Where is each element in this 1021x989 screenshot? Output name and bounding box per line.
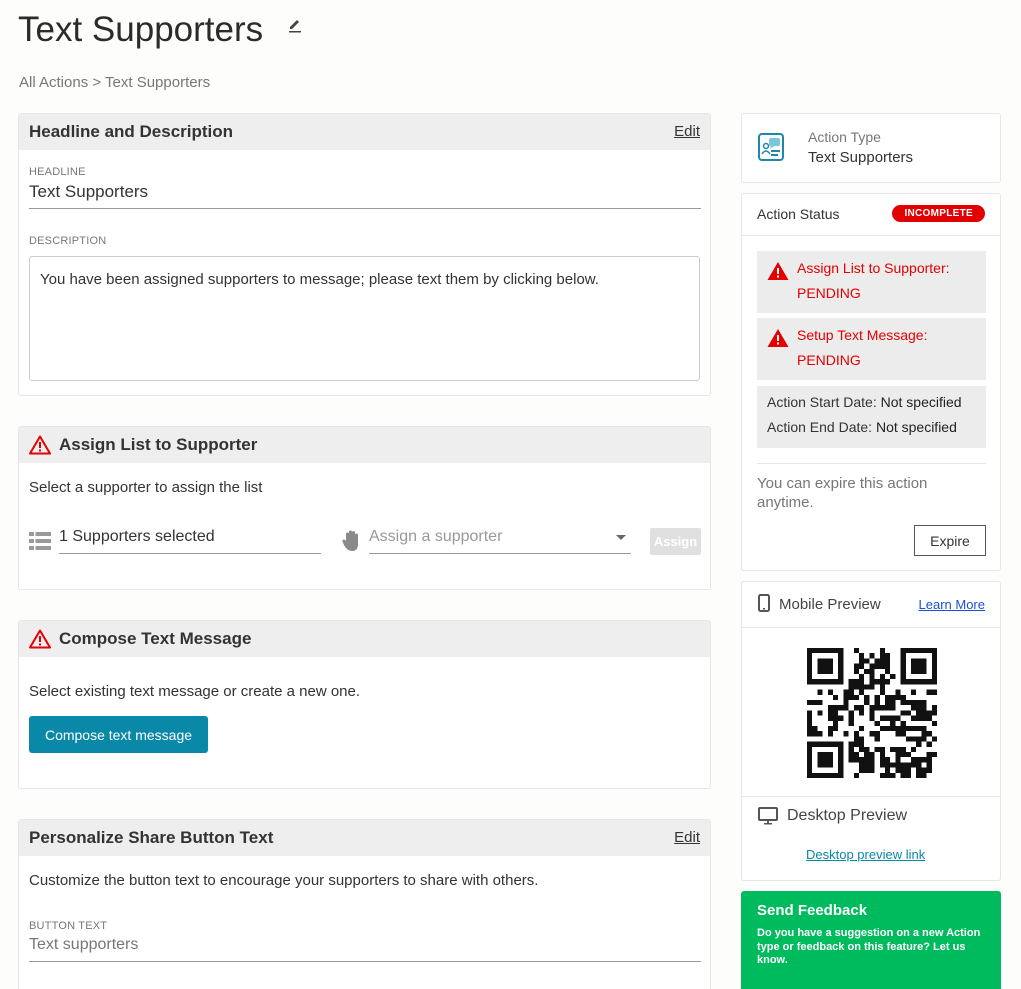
warning-filled-icon — [767, 262, 789, 280]
mobile-preview-label: Mobile Preview — [779, 596, 881, 613]
feedback-text: Do you have a suggestion on a new Action… — [757, 927, 981, 966]
divider — [742, 796, 1000, 797]
text-message-icon — [758, 133, 784, 161]
pencil-icon[interactable] — [288, 15, 302, 33]
pending-item-setup-text[interactable]: Setup Text Message: PENDING — [757, 318, 986, 380]
mobile-preview-header: Mobile Preview Learn More — [742, 582, 1000, 628]
compose-instruction: Select existing text message or create a… — [29, 683, 361, 700]
card-title: Compose Text Message — [59, 629, 252, 648]
learn-more-link[interactable]: Learn More — [919, 597, 985, 612]
pending-item-state: PENDING — [797, 285, 861, 301]
card-title: Assign List to Supporter — [59, 435, 258, 454]
card-header: Personalize Share Button Text Edit — [19, 820, 710, 856]
action-type-value: Text Supporters — [808, 149, 914, 166]
action-type-card: Action Type Text Supporters — [741, 113, 1001, 183]
warning-icon — [29, 435, 51, 455]
end-date-row: Action End Date: Not specified — [767, 415, 976, 440]
card-header: Assign List to Supporter — [19, 427, 710, 463]
send-feedback-panel[interactable]: Send Feedback Do you have a suggestion o… — [741, 891, 1001, 989]
button-text-field[interactable]: Text supporters — [29, 932, 701, 962]
share-instruction: Customize the button text to encourage y… — [29, 872, 539, 889]
start-date-row: Action Start Date: Not specified — [767, 390, 976, 415]
expire-note: You can expire this action anytime. — [757, 475, 928, 511]
edit-share-link[interactable]: Edit — [674, 829, 700, 846]
feedback-title: Send Feedback — [757, 902, 868, 919]
description-textarea[interactable]: You have been assigned supporters to mes… — [29, 256, 700, 381]
action-status-label: Action Status — [757, 206, 840, 222]
card-header: Headline and Description Edit — [19, 114, 710, 150]
desktop-monitor-icon — [758, 807, 778, 825]
share-button-text-card: Personalize Share Button Text Edit Custo… — [18, 819, 711, 989]
pending-text: Setup Text Message: PENDING — [797, 323, 927, 372]
pending-item-title: Setup Text Message: — [797, 327, 928, 343]
action-dates: Action Start Date: Not specified Action … — [757, 386, 986, 448]
card-title: Personalize Share Button Text — [29, 828, 274, 847]
pending-item-assign-list[interactable]: Assign List to Supporter: PENDING — [757, 251, 986, 313]
description-label: DESCRIPTION — [29, 235, 107, 247]
assign-list-card: Assign List to Supporter Select a suppor… — [18, 426, 711, 590]
headline-field[interactable]: Text Supporters — [29, 178, 701, 209]
hand-icon — [342, 530, 358, 551]
pending-item-state: PENDING — [797, 352, 861, 368]
compose-text-card: Compose Text Message Select existing tex… — [18, 620, 711, 789]
qr-code[interactable] — [807, 648, 937, 778]
desktop-preview-label: Desktop Preview — [787, 807, 908, 824]
button-text-label: BUTTON TEXT — [29, 920, 108, 932]
assign-instruction: Select a supporter to assign the list — [29, 479, 263, 496]
action-status-header: Action Status INCOMPLETE — [742, 194, 1000, 236]
compose-text-message-button[interactable]: Compose text message — [29, 716, 208, 753]
supporters-selected-value: 1 Supporters selected — [59, 528, 215, 545]
start-date-value: Not specified — [880, 394, 962, 410]
headline-description-card: Headline and Description Edit HEADLINE T… — [18, 113, 711, 396]
status-badge: INCOMPLETE — [892, 205, 985, 222]
start-date-label: Action Start Date: — [767, 394, 877, 410]
assign-supporter-select[interactable]: Assign a supporter — [369, 527, 631, 554]
description-text: You have been assigned supporters to mes… — [40, 271, 599, 288]
action-status-card: Action Status INCOMPLETE Assign List to … — [741, 193, 1001, 571]
card-title: Headline and Description — [29, 122, 234, 141]
preview-card: Mobile Preview Learn More Desktop Previe… — [741, 581, 1001, 881]
action-type-label: Action Type — [808, 129, 881, 145]
divider — [757, 463, 986, 464]
assign-button[interactable]: Assign — [650, 528, 701, 555]
headline-label: HEADLINE — [29, 166, 86, 178]
assign-supporter-placeholder: Assign a supporter — [369, 528, 503, 545]
expire-button[interactable]: Expire — [914, 525, 986, 556]
list-icon — [29, 532, 51, 550]
mobile-phone-icon — [758, 594, 770, 612]
supporters-selected-field[interactable]: 1 Supporters selected — [59, 527, 321, 554]
caret-down-icon[interactable] — [616, 535, 626, 540]
page-title: Text Supporters — [18, 10, 264, 49]
pending-text: Assign List to Supporter: PENDING — [797, 256, 950, 305]
pending-item-title: Assign List to Supporter: — [797, 260, 950, 276]
desktop-preview-link[interactable]: Desktop preview link — [806, 847, 925, 862]
warning-icon — [29, 629, 51, 649]
edit-headline-link[interactable]: Edit — [674, 123, 700, 140]
end-date-value: Not specified — [875, 419, 957, 435]
breadcrumb[interactable]: All Actions > Text Supporters — [19, 74, 210, 91]
warning-filled-icon — [767, 329, 789, 347]
card-header: Compose Text Message — [19, 621, 710, 657]
end-date-label: Action End Date: — [767, 419, 873, 435]
